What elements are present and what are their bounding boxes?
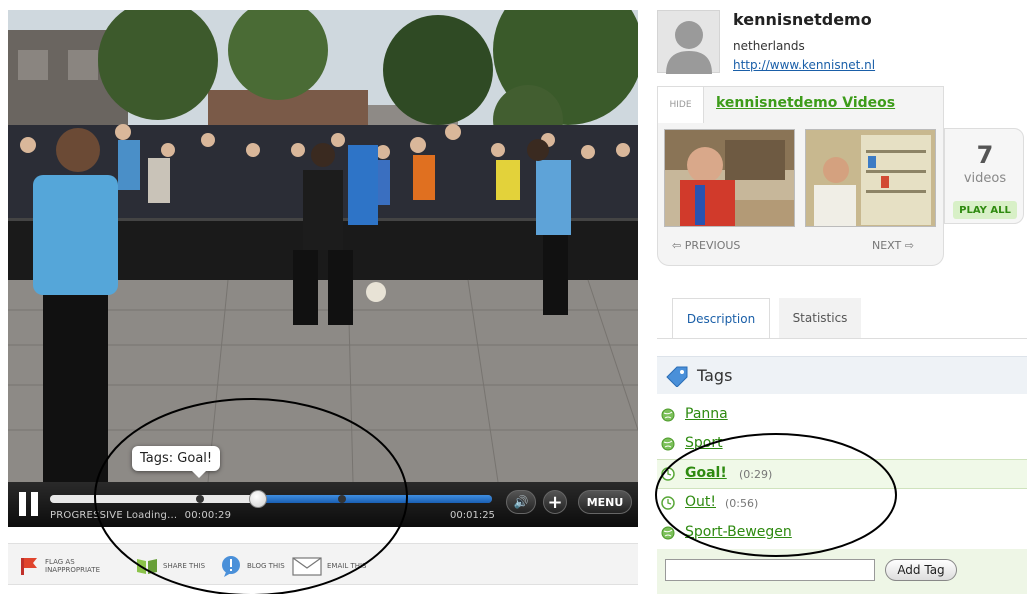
tag-link[interactable]: Goal! <box>685 465 727 481</box>
player-controls: PROGRESSIVE Loading... 00:00:29 00:01:25… <box>8 482 638 527</box>
next-button[interactable]: NEXT ⇨ <box>872 239 914 252</box>
email-button[interactable]: EMAIL THIS <box>292 554 397 578</box>
plus-icon: + <box>547 491 563 513</box>
pause-button[interactable] <box>18 492 40 516</box>
play-all-button[interactable]: PLAY ALL <box>953 201 1017 219</box>
volume-button[interactable]: 🔊 <box>506 490 536 514</box>
username[interactable]: kennisnetdemo <box>733 10 872 29</box>
tag-row: Out! (0:56) <box>657 489 1027 519</box>
tag-marker-out[interactable] <box>337 495 346 503</box>
clock-icon <box>661 496 675 510</box>
video-count: 7 <box>976 141 994 169</box>
tag-row-highlighted: Goal! (0:29) <box>657 459 1027 489</box>
tag-link[interactable]: Out! <box>685 494 716 510</box>
tag-tooltip: Tags: Goal! <box>132 446 221 478</box>
status-label: PROGRESSIVE Loading... <box>50 510 178 521</box>
duration: 00:01:25 <box>450 510 495 521</box>
user-videos-title[interactable]: kennisnetdemo Videos <box>716 95 895 111</box>
add-tag-button[interactable]: Add Tag <box>885 559 957 581</box>
video-player[interactable]: PROGRESSIVE Loading... 00:00:29 00:01:25… <box>8 10 638 527</box>
pause-icon-bar <box>19 492 26 516</box>
video-image <box>8 10 638 482</box>
page: PROGRESSIVE Loading... 00:00:29 00:01:25… <box>0 0 1027 594</box>
flag-icon <box>21 558 37 575</box>
avatar[interactable] <box>657 10 720 74</box>
email-label: EMAIL THIS <box>327 562 367 570</box>
current-time: 00:00:29 <box>184 510 232 521</box>
share-button[interactable]: SHARE THIS <box>136 554 233 578</box>
tag-timestamp[interactable]: (0:29) <box>739 468 772 481</box>
user-country: netherlands <box>733 39 805 53</box>
tag-row: Sport <box>657 430 1027 460</box>
video-frame[interactable] <box>8 10 638 482</box>
video-count-box: 7 videos PLAY ALL <box>944 128 1024 224</box>
thumbnail-image <box>665 130 794 226</box>
hide-button[interactable]: HIDE <box>658 87 704 123</box>
book-icon <box>137 559 157 574</box>
tab-description[interactable]: Description <box>672 298 770 338</box>
tab-statistics[interactable]: Statistics <box>779 298 861 338</box>
tag-row: Sport-Bewegen <box>657 519 1027 549</box>
seek-bar[interactable] <box>50 490 492 508</box>
envelope-icon <box>292 557 322 576</box>
loading-status: PROGRESSIVE Loading... 00:00:29 <box>50 510 231 521</box>
clock-icon <box>661 467 675 481</box>
tag-input[interactable] <box>665 559 875 581</box>
tag-link[interactable]: Sport-Bewegen <box>685 524 792 540</box>
user-silhouette-icon <box>666 21 712 74</box>
flag-label: FLAG AS INAPPROPRIATE <box>45 558 100 574</box>
speaker-icon: 🔊 <box>513 495 529 509</box>
user-website-link[interactable]: http://www.kennisnet.nl <box>733 58 875 72</box>
pause-icon-bar <box>31 492 38 516</box>
arrow-right-icon: ⇨ <box>904 239 914 252</box>
arrow-left-icon: ⇦ <box>672 239 682 252</box>
globe-icon <box>661 408 675 422</box>
video-thumbnail[interactable] <box>805 129 936 227</box>
tag-icon <box>666 366 688 387</box>
previous-label: PREVIOUS <box>684 239 741 252</box>
video-actions-bar: FLAG AS INAPPROPRIATE SHARE THIS BLOG TH… <box>8 543 638 585</box>
video-count-label: videos <box>963 171 1007 186</box>
user-videos-panel: HIDE kennisnetdemo Videos ⇦ PREVIOUS NEX… <box>657 86 944 266</box>
video-thumbnail[interactable] <box>664 129 795 227</box>
flag-button[interactable]: FLAG AS INAPPROPRIATE <box>18 554 115 578</box>
next-label: NEXT <box>872 239 902 252</box>
tag-link[interactable]: Panna <box>685 406 728 422</box>
add-tag-area: Add Tag <box>657 549 1027 594</box>
seek-thumb[interactable] <box>248 490 267 508</box>
speech-bubble-icon <box>222 556 240 577</box>
previous-button[interactable]: ⇦ PREVIOUS <box>672 239 740 252</box>
tag-timestamp[interactable]: (0:56) <box>725 497 758 510</box>
buffer-bar <box>50 495 258 503</box>
globe-icon <box>661 526 675 540</box>
globe-icon <box>661 437 675 451</box>
menu-button[interactable]: MENU <box>578 490 632 514</box>
tags-header: Tags <box>657 356 1027 394</box>
thumbnail-image <box>806 130 935 226</box>
tag-row: Panna <box>657 401 1027 431</box>
add-button[interactable]: + <box>543 490 567 514</box>
tab-divider <box>657 338 1027 339</box>
tag-link[interactable]: Sport <box>685 435 723 451</box>
played-bar <box>257 495 492 503</box>
tags-title: Tags <box>697 366 733 385</box>
